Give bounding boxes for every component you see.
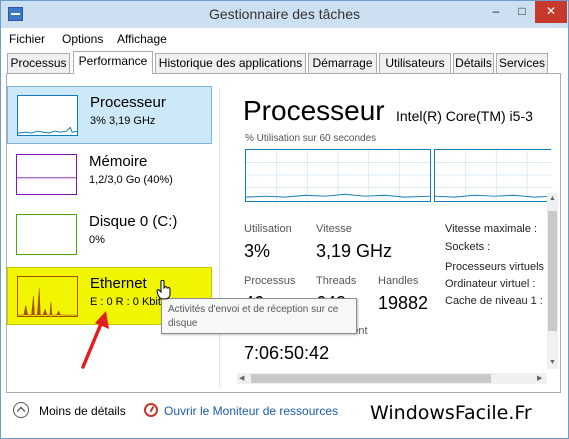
vitesse-value: 3,19 GHz — [316, 241, 393, 261]
maximize-button[interactable]: □ — [509, 1, 535, 23]
scrollbar-thumb[interactable] — [251, 374, 491, 383]
cpu-thumbnail-graph — [17, 95, 78, 136]
chevron-up-icon[interactable] — [13, 402, 29, 418]
hand-cursor-icon — [156, 280, 171, 300]
menu-affichage[interactable]: Affichage — [117, 32, 167, 46]
scroll-down-icon[interactable]: ▼ — [549, 359, 556, 366]
cpu-model: Intel(R) Core(TM) i5-3 — [396, 108, 533, 124]
close-button[interactable]: ✕ — [535, 1, 567, 23]
info-label: Sockets : — [445, 241, 491, 253]
cpu-core-graph — [245, 149, 431, 202]
resource-monitor-icon[interactable] — [144, 403, 158, 417]
watermark: WindowsFacile.Fr — [370, 402, 532, 424]
disk-thumbnail-graph — [16, 214, 77, 255]
resource-monitor-link[interactable]: Ouvrir le Moniteur de ressources — [164, 404, 338, 418]
utilisation-value: 3% — [244, 241, 271, 261]
sidebar-item-value: 3% 3,19 GHz — [90, 115, 156, 127]
threads-label: Threads — [316, 275, 357, 287]
vitesse-label: Vitesse — [316, 223, 352, 235]
sidebar-item-label: Ethernet — [90, 275, 147, 292]
tab-processus[interactable]: Processus — [7, 53, 70, 73]
info-label: Cache de niveau 1 : — [445, 295, 543, 307]
tab-services[interactable]: Services — [496, 53, 548, 73]
menu-bar: Fichier Options Affichage — [1, 28, 568, 50]
tab-demarrage[interactable]: Démarrage — [308, 53, 377, 73]
less-details-button[interactable]: Moins de détails — [39, 404, 126, 418]
memory-thumbnail-graph — [16, 154, 77, 195]
sidebar-item-memoire[interactable]: Mémoire 1,2/3,0 Go (40%) — [7, 146, 212, 204]
panel-divider — [219, 87, 220, 387]
footer: Moins de détails Ouvrir le Moniteur de r… — [1, 394, 568, 438]
horizontal-scrollbar[interactable]: ◀ ▶ — [237, 373, 547, 384]
handles-value: 19882 — [378, 293, 429, 313]
utilisation-label: Utilisation — [244, 223, 292, 235]
sidebar-item-value: 0% — [89, 234, 105, 246]
minimize-button[interactable]: – — [483, 1, 509, 23]
scrollbar-thumb[interactable] — [548, 211, 557, 331]
uptime-value: 7:06:50:42 — [244, 343, 330, 363]
scroll-left-icon[interactable]: ◀ — [239, 374, 244, 382]
cpu-core-graph — [434, 149, 551, 202]
task-manager-window: Gestionnaire des tâches – □ ✕ Fichier Op… — [0, 0, 569, 439]
tab-details[interactable]: Détails — [453, 53, 494, 73]
tooltip: Activités d'envoi et de réception sur ce… — [161, 298, 357, 334]
annotation-arrow-icon — [81, 311, 109, 369]
title-bar: Gestionnaire des tâches – □ ✕ — [1, 1, 568, 28]
ethernet-thumbnail-graph — [17, 276, 78, 317]
graph-caption: % Utilisation sur 60 secondes — [245, 133, 377, 144]
handles-label: Handles — [378, 275, 419, 287]
tab-utilisateurs[interactable]: Utilisateurs — [379, 53, 451, 73]
sidebar-item-label: Mémoire — [89, 153, 148, 170]
info-label: Processeurs virtuels — [445, 261, 545, 273]
sidebar-item-label: Processeur — [90, 94, 166, 111]
cpu-detail-area: Processeur Intel(R) Core(TM) i5-3 % Util… — [231, 81, 551, 386]
sidebar-item-value: 1,2/3,0 Go (40%) — [89, 174, 173, 186]
scroll-up-icon[interactable]: ▲ — [549, 195, 556, 202]
info-label: Ordinateur virtuel : — [445, 278, 536, 290]
sidebar-item-processeur[interactable]: Processeur 3% 3,19 GHz — [7, 86, 212, 144]
detail-title: Processeur — [243, 95, 385, 126]
menu-fichier[interactable]: Fichier — [9, 32, 45, 46]
info-label: Vitesse maximale : — [445, 223, 538, 235]
processus-label: Processus — [244, 275, 296, 287]
tab-historique[interactable]: Historique des applications — [155, 53, 306, 73]
sidebar-item-disque[interactable]: Disque 0 (C:) 0% — [7, 206, 212, 264]
menu-options[interactable]: Options — [62, 32, 103, 46]
scroll-right-icon[interactable]: ▶ — [537, 374, 542, 382]
vertical-scrollbar[interactable]: ▲ ▼ — [547, 193, 558, 369]
tab-performance[interactable]: Performance — [73, 51, 153, 74]
sidebar-item-label: Disque 0 (C:) — [89, 213, 178, 230]
